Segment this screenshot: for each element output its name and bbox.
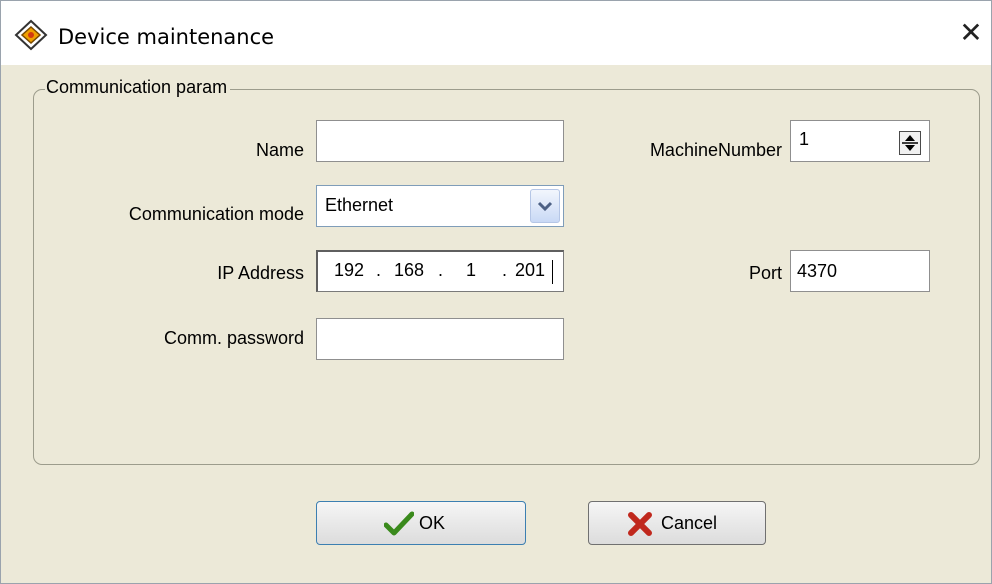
ip-address-label: IP Address (217, 263, 304, 283)
x-cross-icon (628, 512, 652, 536)
dropdown-button[interactable] (530, 189, 560, 223)
group-legend: Communication param (45, 77, 231, 98)
text-caret (552, 260, 553, 284)
password-label: Comm. password (163, 328, 304, 348)
ip-octet-2: 168 (394, 260, 425, 280)
chevron-down-icon (537, 201, 553, 212)
machine-number-label: MachineNumber (649, 140, 782, 160)
ip-octet-1: 192 (334, 260, 365, 280)
name-input[interactable] (316, 120, 564, 162)
ip-address-input[interactable]: 192 . 168 . 1 . 201 (316, 250, 564, 292)
port-label: Port (748, 263, 782, 283)
machine-number-value: 1 (799, 129, 810, 149)
checkmark-icon (384, 511, 414, 536)
app-diamond-icon (14, 19, 48, 51)
close-button[interactable]: ✕ (951, 11, 991, 55)
ok-label: OK (419, 513, 446, 533)
machine-number-spinner[interactable]: 1 (790, 120, 930, 162)
cancel-button[interactable]: Cancel (588, 501, 766, 545)
comm-mode-dropdown[interactable]: Ethernet (316, 185, 564, 227)
name-label: Name (255, 140, 304, 160)
ip-dot-1: . (376, 260, 382, 280)
close-icon: ✕ (959, 16, 983, 49)
cancel-label: Cancel (661, 513, 718, 533)
comm-mode-value: Ethernet (325, 195, 394, 215)
password-input[interactable] (316, 318, 564, 360)
spin-up-down-icon (902, 135, 918, 151)
dialog-window: Device maintenance ✕ Communication param… (0, 0, 992, 584)
ip-octet-3: 1 (466, 260, 477, 280)
title-bar: Device maintenance ✕ (1, 1, 991, 65)
comm-mode-label: Communication mode (128, 204, 304, 224)
ip-octet-4: 201 (515, 260, 546, 280)
window-title: Device maintenance (58, 25, 275, 49)
ip-dot-2: . (438, 260, 444, 280)
spinner-buttons[interactable] (899, 131, 921, 155)
ok-button[interactable]: OK (316, 501, 526, 545)
ip-dot-3: . (502, 260, 508, 280)
port-input[interactable] (790, 250, 930, 292)
